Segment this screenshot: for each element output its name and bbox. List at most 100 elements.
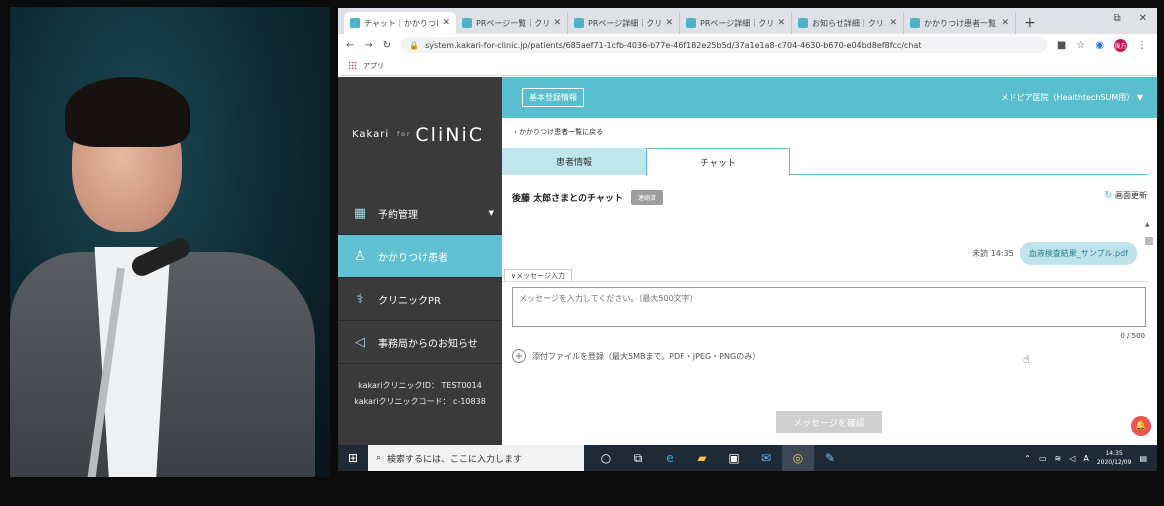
- user-name: メドピア医院（HealthtechSUM用）: [1000, 93, 1135, 102]
- taskbar-search[interactable]: ⌕ 検索するには、ここに入力します: [368, 445, 584, 471]
- wifi-icon[interactable]: ≋: [1055, 454, 1062, 463]
- window-controls: ⧉ ✕: [1113, 13, 1147, 24]
- close-window-icon[interactable]: ✕: [1139, 13, 1147, 24]
- favicon-icon: [910, 18, 920, 28]
- chevron-up-icon[interactable]: ⌃: [1024, 454, 1031, 463]
- clock[interactable]: 14:35 2020/12/09: [1097, 449, 1132, 467]
- message-input-label: メッセージ入力: [516, 272, 565, 280]
- person-icon: ♙: [354, 248, 366, 264]
- tab-chat[interactable]: チャット: [646, 148, 790, 176]
- chat-title-text: 後藤 太郎さまとのチャット: [512, 194, 623, 204]
- attachment-link[interactable]: 血液検査結果_サンプル.pdf: [1019, 242, 1137, 265]
- back-link[interactable]: ‹ かかりつけ患者一覧に戻る: [514, 127, 603, 137]
- sidebar-item-reservations[interactable]: ▦ 予約管理 ▼: [338, 192, 502, 235]
- sidebar-item-label: 事務局からのお知らせ: [378, 338, 478, 350]
- browser-tab[interactable]: PRページ一覧｜クリニ✕: [456, 12, 568, 34]
- file-explorer-icon[interactable]: ▰: [686, 445, 718, 471]
- sidebar-item-patients[interactable]: ♙ かかりつけ患者: [338, 235, 502, 278]
- tab-patient-info[interactable]: 患者情報: [502, 148, 646, 175]
- battery-icon[interactable]: ▭: [1039, 454, 1047, 463]
- calendar-icon: ▦: [353, 205, 367, 221]
- megaphone-icon: ◁: [355, 334, 365, 350]
- browser-tab[interactable]: かかりつけ患者一覧 ✕: [904, 12, 1016, 34]
- kakari-logo[interactable]: Kakari for CliNiC: [338, 77, 502, 192]
- profile-avatar[interactable]: 後方: [1114, 38, 1127, 52]
- edge-icon[interactable]: e: [654, 445, 686, 471]
- clock-date: 2020/12/09: [1096, 459, 1132, 466]
- clinic-id: kakariクリニックID： TEST0014: [358, 381, 482, 390]
- scroll-thumb[interactable]: [1145, 237, 1153, 245]
- extension-icon[interactable]: ◉: [1095, 40, 1104, 51]
- notepad-icon[interactable]: ✎: [814, 445, 846, 471]
- confirm-message-button[interactable]: メッセージを確認: [776, 411, 882, 433]
- sidebar-item-notices[interactable]: ◁ 事務局からのお知らせ: [338, 321, 502, 364]
- star-icon[interactable]: ☆: [1076, 40, 1085, 51]
- camera-icon[interactable]: ■: [1057, 40, 1066, 51]
- browser-tab[interactable]: お知らせ詳細｜クリニ ✕: [792, 12, 904, 34]
- logo-kakari: Kakari: [352, 129, 390, 140]
- close-tab-icon[interactable]: ✕: [665, 18, 673, 28]
- chat-scrollbar[interactable]: ▲: [1145, 221, 1153, 265]
- help-bell-icon[interactable]: 🔔: [1131, 416, 1151, 436]
- tab-title: PRページ一覧｜クリニ: [476, 18, 550, 28]
- logo-for: for: [397, 131, 412, 138]
- notifications-icon[interactable]: ▤: [1139, 454, 1147, 463]
- message-meta: 未読 14:35: [972, 249, 1014, 258]
- system-tray: ⌃ ▭ ≋ ◁ A 14:35 2020/12/09 ▤: [1024, 445, 1147, 471]
- ime-indicator[interactable]: A: [1083, 454, 1088, 463]
- chevron-down-icon: ▼: [488, 209, 494, 217]
- browser-tab[interactable]: PRページ詳細｜クリニ✕: [568, 12, 680, 34]
- user-menu[interactable]: メドピア医院（HealthtechSUM用） ▼: [1001, 92, 1143, 103]
- url-field[interactable]: 🔒 system.kakari-for-clinic.jp/patients/6…: [401, 37, 1047, 53]
- bookmark-apps[interactable]: アプリ: [363, 61, 384, 71]
- browser-tab[interactable]: チャット｜かかりつけ患 ✕: [344, 12, 456, 34]
- store-icon[interactable]: ▣: [718, 445, 750, 471]
- forward-arrow-icon[interactable]: →: [364, 40, 372, 51]
- refresh-button[interactable]: ↻ 画面更新: [1104, 190, 1147, 201]
- menu-icon[interactable]: ⋮: [1137, 40, 1147, 51]
- browser-tab[interactable]: PRページ詳細｜クリニ✕: [680, 12, 792, 34]
- back-arrow-icon[interactable]: ←: [346, 40, 354, 51]
- tab-title: お知らせ詳細｜クリニ: [812, 18, 886, 28]
- sidebar-item-label: かかりつけ患者: [378, 252, 449, 264]
- search-icon: ⌕: [376, 453, 382, 463]
- scroll-up-icon[interactable]: ▲: [1145, 221, 1153, 228]
- basic-info-button[interactable]: 基本登録情報: [522, 88, 584, 107]
- restore-window-icon[interactable]: ⧉: [1113, 13, 1120, 24]
- close-tab-icon[interactable]: ✕: [889, 18, 897, 28]
- mail-icon[interactable]: ✉: [750, 445, 782, 471]
- sidebar: Kakari for CliNiC ▦ 予約管理 ▼ ♙ かかりつけ患者 ⚕ ク…: [338, 77, 502, 445]
- stethoscope-icon: ⚕: [356, 291, 364, 307]
- address-bar-row: ← → ↻ 🔒 system.kakari-for-clinic.jp/pati…: [338, 34, 1157, 56]
- attach-label: 添付ファイルを登録（最大5MBまで。PDF・JPEG・PNGのみ）: [532, 351, 761, 361]
- cortana-icon[interactable]: ○: [590, 445, 622, 471]
- patient-tabs: 患者情報 チャット: [502, 148, 1147, 176]
- new-tab-button[interactable]: +: [1016, 15, 1044, 34]
- windows-start-icon[interactable]: ⊞: [338, 451, 368, 465]
- close-tab-icon[interactable]: ✕: [777, 18, 785, 28]
- app-header: 基本登録情報 メドピア医院（HealthtechSUM用） ▼: [502, 77, 1157, 118]
- close-tab-icon[interactable]: ✕: [553, 18, 561, 28]
- favicon-icon: [686, 18, 696, 28]
- message-input[interactable]: [512, 287, 1146, 327]
- refresh-label: 画面更新: [1115, 191, 1147, 200]
- sidebar-item-label: クリニックPR: [378, 295, 441, 307]
- windows-taskbar: ⊞ ⌕ 検索するには、ここに入力します ○ ⧉ e ▰ ▣ ✉ ◎ ✎ ⌃ ▭ …: [338, 445, 1157, 471]
- presenter-video: [10, 7, 330, 477]
- apps-grid-icon[interactable]: [348, 61, 357, 70]
- url-text: system.kakari-for-clinic.jp/patients/685…: [425, 40, 922, 50]
- char-counter: 0 / 500: [1120, 332, 1145, 340]
- task-view-icon[interactable]: ⧉: [622, 445, 654, 471]
- close-tab-icon[interactable]: ✕: [1001, 18, 1009, 28]
- attach-file-button[interactable]: + 添付ファイルを登録（最大5MBまで。PDF・JPEG・PNGのみ）: [512, 349, 760, 363]
- favicon-icon: [462, 18, 472, 28]
- volume-icon[interactable]: ◁: [1069, 454, 1075, 463]
- chat-title: 後藤 太郎さまとのチャット 連絡済: [512, 190, 663, 205]
- close-tab-icon[interactable]: ✕: [442, 18, 450, 28]
- clinic-code: kakariクリニックコード： c-10838: [354, 397, 486, 406]
- tab-title: PRページ詳細｜クリニ: [588, 18, 662, 28]
- sidebar-item-clinic-pr[interactable]: ⚕ クリニックPR: [338, 278, 502, 321]
- reload-icon[interactable]: ↻: [383, 40, 391, 51]
- chrome-icon[interactable]: ◎: [782, 445, 814, 471]
- favicon-icon: [350, 18, 360, 28]
